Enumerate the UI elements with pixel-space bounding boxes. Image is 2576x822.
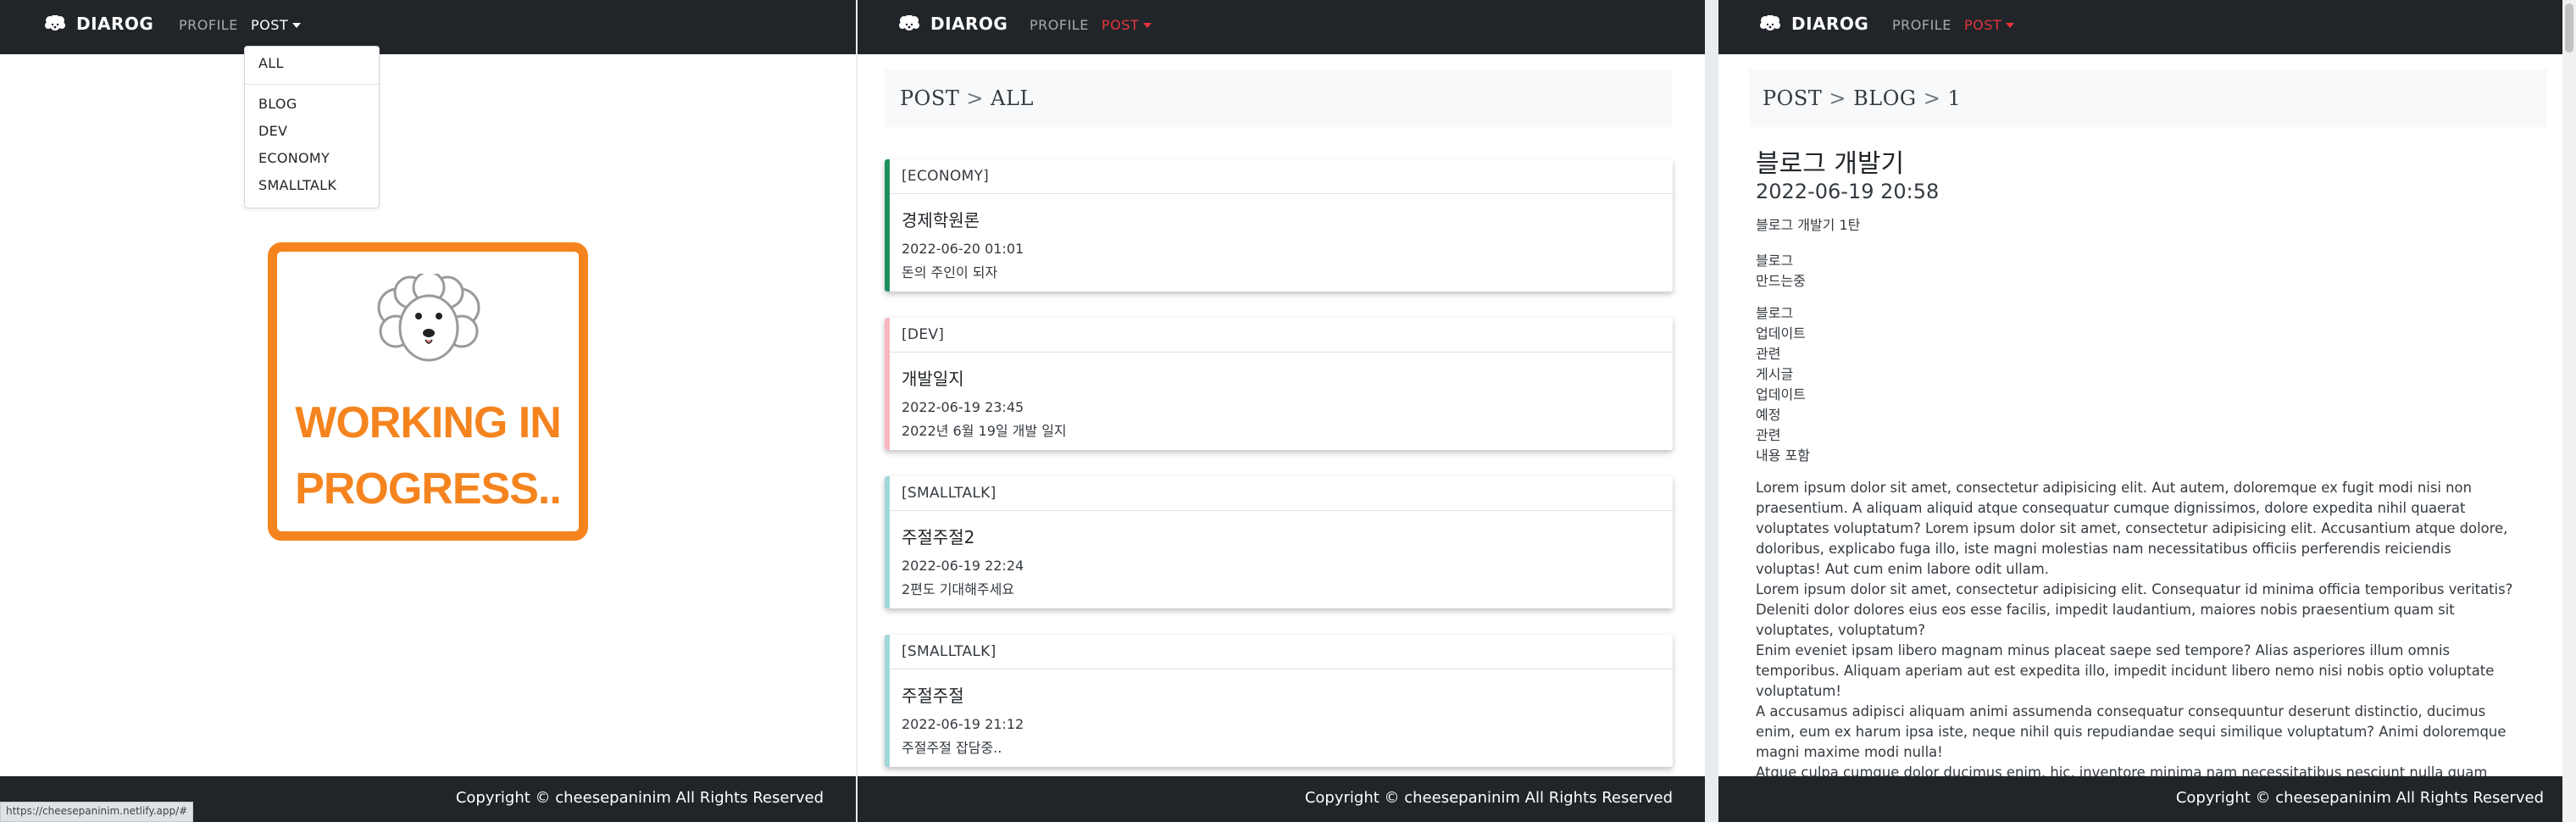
brand-name: DIAROG (930, 14, 1008, 34)
breadcrumb-post[interactable]: POST (1763, 86, 1822, 110)
post-body-lorem: Lorem ipsum dolor sit amet, consectetur … (1756, 478, 2518, 822)
post-date: 2022-06-19 20:58 (1756, 180, 1940, 203)
breadcrumb-separator: > (1829, 86, 1847, 110)
post-category: [SMALLTALK] (902, 643, 997, 660)
post-title: 블로그 개발기 (1756, 149, 1905, 179)
brand-link[interactable]: DIAROG (1759, 14, 1868, 34)
lorem-paragraph: Enim eveniet ipsam libero magnam minus p… (1756, 642, 2495, 699)
post-body-line: 내용 포함 (1756, 447, 1810, 464)
poodle-icon (899, 15, 919, 31)
post-card[interactable]: [DEV] 개발일지 2022-06-19 23:45 2022년 6월 19일… (885, 318, 1673, 450)
chevron-down-icon (1143, 22, 1152, 28)
footer-copyright: Copyright © cheesepaninim All Rights Res… (1304, 789, 1673, 807)
status-bar-url: https://cheesepaninim.netlify.app/# (0, 802, 194, 822)
panel-post-detail: DIAROG PROFILE POST POST > BLOG > 1 블로그 … (1718, 0, 2576, 822)
nav-profile[interactable]: PROFILE (1030, 17, 1089, 33)
post-body-line: 관련 (1756, 427, 1781, 443)
card-divider (890, 193, 1673, 194)
nav-post-label: POST (251, 17, 289, 33)
post-title: 주절주절2 (902, 527, 975, 547)
working-in-progress-banner: WORKING IN PROGRESS.. (268, 242, 588, 541)
brand-name: DIAROG (76, 14, 154, 34)
post-body-line: 업데이트 (1756, 325, 1806, 342)
dropdown-item-economy[interactable]: ECONOMY (258, 150, 330, 166)
breadcrumb: POST > BLOG > 1 (1749, 69, 2547, 127)
panel-home: DIAROG PROFILE POST ALL BLOG DEV ECONOMY… (0, 0, 856, 822)
post-body-line: 게시글 (1756, 366, 1794, 382)
navbar: DIAROG PROFILE POST (0, 0, 856, 54)
post-category: [SMALLTALK] (902, 485, 997, 502)
wip-line-1: WORKING IN (295, 398, 562, 447)
vertical-scrollbar[interactable] (2562, 0, 2576, 822)
breadcrumb: POST > ALL (885, 69, 1673, 127)
nav-post-label: POST (1964, 17, 2002, 33)
footer: Copyright © cheesepaninim All Rights Res… (858, 776, 1705, 822)
poodle-icon (45, 15, 65, 31)
post-body-line: 업데이트 (1756, 386, 1806, 403)
brand-link[interactable]: DIAROG (898, 14, 1008, 34)
post-description: 돈의 주인이 되자 (902, 264, 998, 280)
wip-line-2: PROGRESS.. (295, 464, 562, 514)
post-title: 개발일지 (902, 369, 964, 389)
dropdown-item-all[interactable]: ALL (258, 55, 284, 71)
poodle-icon (377, 274, 480, 362)
post-card[interactable]: [SMALLTALK] 주절주절2 2022-06-19 22:24 2편도 기… (885, 476, 1673, 608)
brand-name: DIAROG (1791, 14, 1869, 34)
card-divider (890, 352, 1673, 353)
footer-copyright: Copyright © cheesepaninim All Rights Res… (2175, 789, 2544, 807)
lorem-paragraph: Lorem ipsum dolor sit amet, consectetur … (1756, 480, 2508, 577)
panel-divider (1705, 0, 1718, 822)
post-body-line: 블로그 (1756, 253, 1794, 269)
post-date: 2022-06-19 22:24 (902, 558, 1024, 574)
lorem-paragraph: Lorem ipsum dolor sit amet, consectetur … (1756, 581, 2513, 638)
nav-post-dropdown[interactable]: POST (1102, 17, 1152, 33)
post-body-line: 블로그 (1756, 305, 1794, 321)
footer-copyright: Copyright © cheesepaninim All Rights Res… (455, 789, 824, 807)
breadcrumb-all: ALL (991, 86, 1034, 110)
poodle-icon (1760, 15, 1780, 31)
post-description: 주절주절 잡담중.. (902, 740, 1002, 756)
card-divider (890, 510, 1673, 511)
post-body-line: 예정 (1756, 407, 1781, 423)
nav-post-dropdown[interactable]: POST (1964, 17, 2015, 33)
post-body-line: 관련 (1756, 346, 1781, 362)
post-date: 2022-06-19 21:12 (902, 716, 1024, 732)
post-description: 2022년 6월 19일 개발 일지 (902, 423, 1067, 439)
dropdown-item-smalltalk[interactable]: SMALLTALK (258, 177, 336, 193)
nav-post-dropdown[interactable]: POST (251, 17, 302, 33)
post-description: 2편도 기대해주세요 (902, 581, 1015, 597)
breadcrumb-separator: > (966, 86, 985, 110)
navbar: DIAROG PROFILE POST (1718, 0, 2576, 54)
post-category: [DEV] (902, 326, 945, 343)
chevron-down-icon (292, 22, 302, 28)
dropdown-divider (245, 84, 379, 85)
post-subtitle: 블로그 개발기 1탄 (1756, 217, 1861, 233)
scrollbar-thumb[interactable] (2565, 3, 2573, 53)
navbar: DIAROG PROFILE POST (858, 0, 1705, 54)
nav-profile[interactable]: PROFILE (1892, 17, 1951, 33)
post-title: 주절주절 (902, 686, 964, 706)
breadcrumb-post[interactable]: POST (900, 86, 959, 110)
dropdown-item-blog[interactable]: BLOG (258, 96, 297, 112)
dropdown-item-dev[interactable]: DEV (258, 123, 287, 139)
footer: Copyright © cheesepaninim All Rights Res… (1718, 776, 2576, 822)
post-body-line: 만드는중 (1756, 273, 1806, 289)
post-title: 경제학원론 (902, 210, 980, 230)
chevron-down-icon (2006, 22, 2015, 28)
nav-profile[interactable]: PROFILE (179, 17, 238, 33)
post-date: 2022-06-19 23:45 (902, 399, 1024, 415)
panel-post-list: DIAROG PROFILE POST POST > ALL [ECONOMY]… (858, 0, 1705, 822)
post-date: 2022-06-20 01:01 (902, 241, 1024, 257)
post-category: [ECONOMY] (902, 168, 990, 185)
post-card[interactable]: [SMALLTALK] 주절주절 2022-06-19 21:12 주절주절 잡… (885, 635, 1673, 767)
lorem-paragraph: A accusamus adipisci aliquam animi assum… (1756, 703, 2507, 760)
breadcrumb-separator: > (1923, 86, 1941, 110)
breadcrumb-blog[interactable]: BLOG (1853, 86, 1916, 110)
post-dropdown-menu: ALL BLOG DEV ECONOMY SMALLTALK (244, 46, 380, 208)
nav-post-label: POST (1102, 17, 1140, 33)
post-card[interactable]: [ECONOMY] 경제학원론 2022-06-20 01:01 돈의 주인이 … (885, 159, 1673, 292)
breadcrumb-post-id: 1 (1947, 86, 1962, 110)
brand-link[interactable]: DIAROG (44, 14, 153, 34)
